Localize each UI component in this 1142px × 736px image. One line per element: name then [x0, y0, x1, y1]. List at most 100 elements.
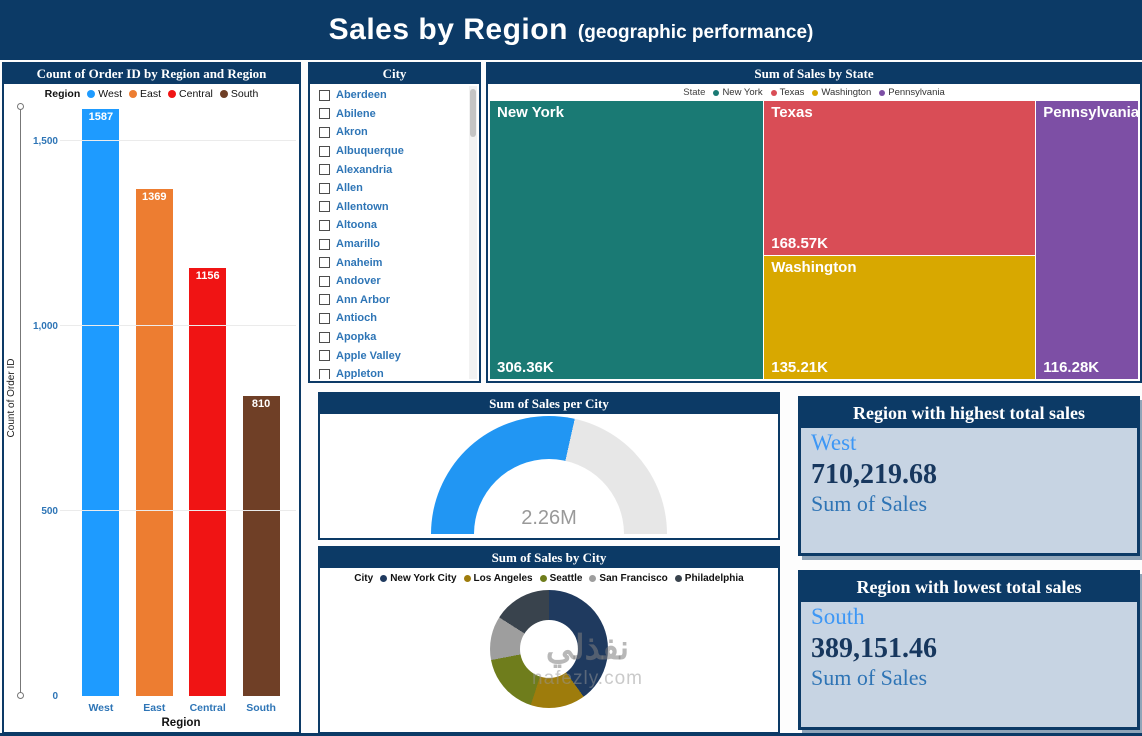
- city-slicer-item[interactable]: Alexandria: [312, 160, 467, 179]
- donut-legend-title: City: [354, 573, 373, 584]
- bar-south[interactable]: 810: [243, 396, 280, 696]
- bar-value-label: 1156: [189, 270, 226, 282]
- bar-series: 1587 1369 1156 810: [66, 104, 296, 696]
- bar-chart-title: Count of Order ID by Region and Region: [4, 64, 299, 84]
- slider-handle-top[interactable]: [17, 103, 24, 110]
- city-label: Amarillo: [336, 238, 380, 250]
- gauge-title: Sum of Sales per City: [320, 394, 778, 414]
- city-slicer-item[interactable]: Amarillo: [312, 235, 467, 254]
- bar-chart-legend: Region West East Central South: [4, 86, 299, 102]
- scrollbar-thumb[interactable]: [470, 89, 476, 137]
- y-tick-label: 1,000: [26, 321, 58, 332]
- y-tick-label: 0: [26, 691, 58, 702]
- donut-legend-item[interactable]: San Francisco: [589, 573, 667, 584]
- y-axis-slider[interactable]: [20, 106, 21, 696]
- slider-handle-bottom[interactable]: [17, 692, 24, 699]
- bar-y-axis-title: Count of Order ID: [6, 359, 17, 438]
- city-slicer-item[interactable]: Appleton: [312, 365, 467, 379]
- donut-chart[interactable]: [490, 590, 608, 708]
- bar-legend-dot-icon: [168, 90, 176, 98]
- bar-legend-title: Region: [45, 88, 81, 100]
- gridline: [60, 510, 296, 511]
- treemap-legend-label: Washington: [821, 87, 871, 98]
- card-highest-sales: Region with highest total sales West 710…: [798, 396, 1140, 556]
- checkbox-icon[interactable]: [319, 294, 330, 305]
- treemap-node-value: 306.36K: [497, 359, 554, 376]
- treemap-node-new-york[interactable]: New York306.36K: [490, 101, 763, 379]
- donut-legend-item[interactable]: Los Angeles: [464, 573, 533, 584]
- treemap-legend-item[interactable]: Washington: [812, 87, 871, 98]
- treemap-legend-item[interactable]: Texas: [771, 87, 805, 98]
- bar-legend-dot-icon: [129, 90, 137, 98]
- city-slicer-item[interactable]: Abilene: [312, 105, 467, 124]
- city-slicer-item[interactable]: Allen: [312, 179, 467, 198]
- city-slicer-item[interactable]: Altoona: [312, 216, 467, 235]
- treemap-node-texas[interactable]: Texas168.57K: [764, 101, 1035, 255]
- x-axis-label-west: West: [82, 702, 119, 714]
- checkbox-icon[interactable]: [319, 108, 330, 119]
- checkbox-icon[interactable]: [319, 239, 330, 250]
- checkbox-icon[interactable]: [319, 164, 330, 175]
- checkbox-icon[interactable]: [319, 332, 330, 343]
- card-lowest-body: South 389,151.46 Sum of Sales: [801, 602, 1137, 693]
- checkbox-icon[interactable]: [319, 350, 330, 361]
- gauge-arc[interactable]: 2.26M: [431, 416, 667, 534]
- treemap-legend-item[interactable]: Pennsylvania: [879, 87, 945, 98]
- checkbox-icon[interactable]: [319, 146, 330, 157]
- checkbox-icon[interactable]: [319, 257, 330, 268]
- treemap-middle-column: Texas168.57KWashington135.21K: [764, 101, 1035, 379]
- city-slicer-item[interactable]: Apopka: [312, 328, 467, 347]
- checkbox-icon[interactable]: [319, 276, 330, 287]
- checkbox-icon[interactable]: [319, 220, 330, 231]
- bar-legend-label: South: [231, 88, 258, 100]
- card-highest-value: 710,219.68: [811, 458, 1127, 492]
- city-label: Andover: [336, 275, 381, 287]
- donut-legend-item[interactable]: New York City: [380, 573, 456, 584]
- city-slicer-item[interactable]: Allentown: [312, 198, 467, 217]
- city-label: Apopka: [336, 331, 376, 343]
- treemap-title: Sum of Sales by State: [488, 64, 1140, 84]
- city-slicer-item[interactable]: Apple Valley: [312, 346, 467, 365]
- city-slicer-item[interactable]: Akron: [312, 123, 467, 142]
- donut-hole: [520, 620, 578, 678]
- bar-legend-item[interactable]: Central: [168, 88, 213, 100]
- donut-title: Sum of Sales by City: [320, 548, 778, 568]
- city-slicer-item[interactable]: Ann Arbor: [312, 291, 467, 310]
- city-slicer-item[interactable]: Anaheim: [312, 253, 467, 272]
- bar-central[interactable]: 1156: [189, 268, 226, 696]
- treemap-legend-item[interactable]: New York: [713, 87, 762, 98]
- treemap-node-pennsylvania[interactable]: Pennsylvania116.28K: [1036, 101, 1138, 379]
- checkbox-icon[interactable]: [319, 369, 330, 379]
- bar-legend-label: East: [140, 88, 161, 100]
- donut-legend-label: San Francisco: [599, 573, 667, 584]
- checkbox-icon[interactable]: [319, 183, 330, 194]
- treemap-node-washington[interactable]: Washington135.21K: [764, 256, 1035, 379]
- checkbox-icon[interactable]: [319, 313, 330, 324]
- city-slicer-item[interactable]: Aberdeen: [312, 86, 467, 105]
- x-axis-label-south: South: [243, 702, 280, 714]
- card-highest-body: West 710,219.68 Sum of Sales: [801, 428, 1137, 519]
- city-label: Appleton: [336, 368, 384, 379]
- city-slicer-item[interactable]: Andover: [312, 272, 467, 291]
- city-scrollbar[interactable]: [469, 86, 477, 379]
- city-label: Allentown: [336, 201, 389, 213]
- bar-west[interactable]: 1587: [82, 109, 119, 696]
- city-label: Altoona: [336, 219, 377, 231]
- checkbox-icon[interactable]: [319, 90, 330, 101]
- treemap-node-label: Texas: [771, 104, 812, 121]
- checkbox-icon[interactable]: [319, 127, 330, 138]
- bar-east[interactable]: 1369: [136, 189, 173, 696]
- city-slicer-item[interactable]: Antioch: [312, 309, 467, 328]
- dashboard: Sales by Region (geographic performance)…: [0, 0, 1142, 736]
- y-tick-label: 1,500: [26, 136, 58, 147]
- bar-legend-item[interactable]: East: [129, 88, 161, 100]
- bar-legend-item[interactable]: South: [220, 88, 258, 100]
- bar-plot: 158713691156810 05001,0001,500: [4, 104, 296, 696]
- city-label: Apple Valley: [336, 350, 401, 362]
- donut-legend-item[interactable]: Philadelphia: [675, 573, 744, 584]
- city-slicer-item[interactable]: Albuquerque: [312, 142, 467, 161]
- donut-legend-item[interactable]: Seattle: [540, 573, 583, 584]
- bar-legend-item[interactable]: West: [87, 88, 122, 100]
- checkbox-icon[interactable]: [319, 201, 330, 212]
- x-axis-label-central: Central: [189, 702, 226, 714]
